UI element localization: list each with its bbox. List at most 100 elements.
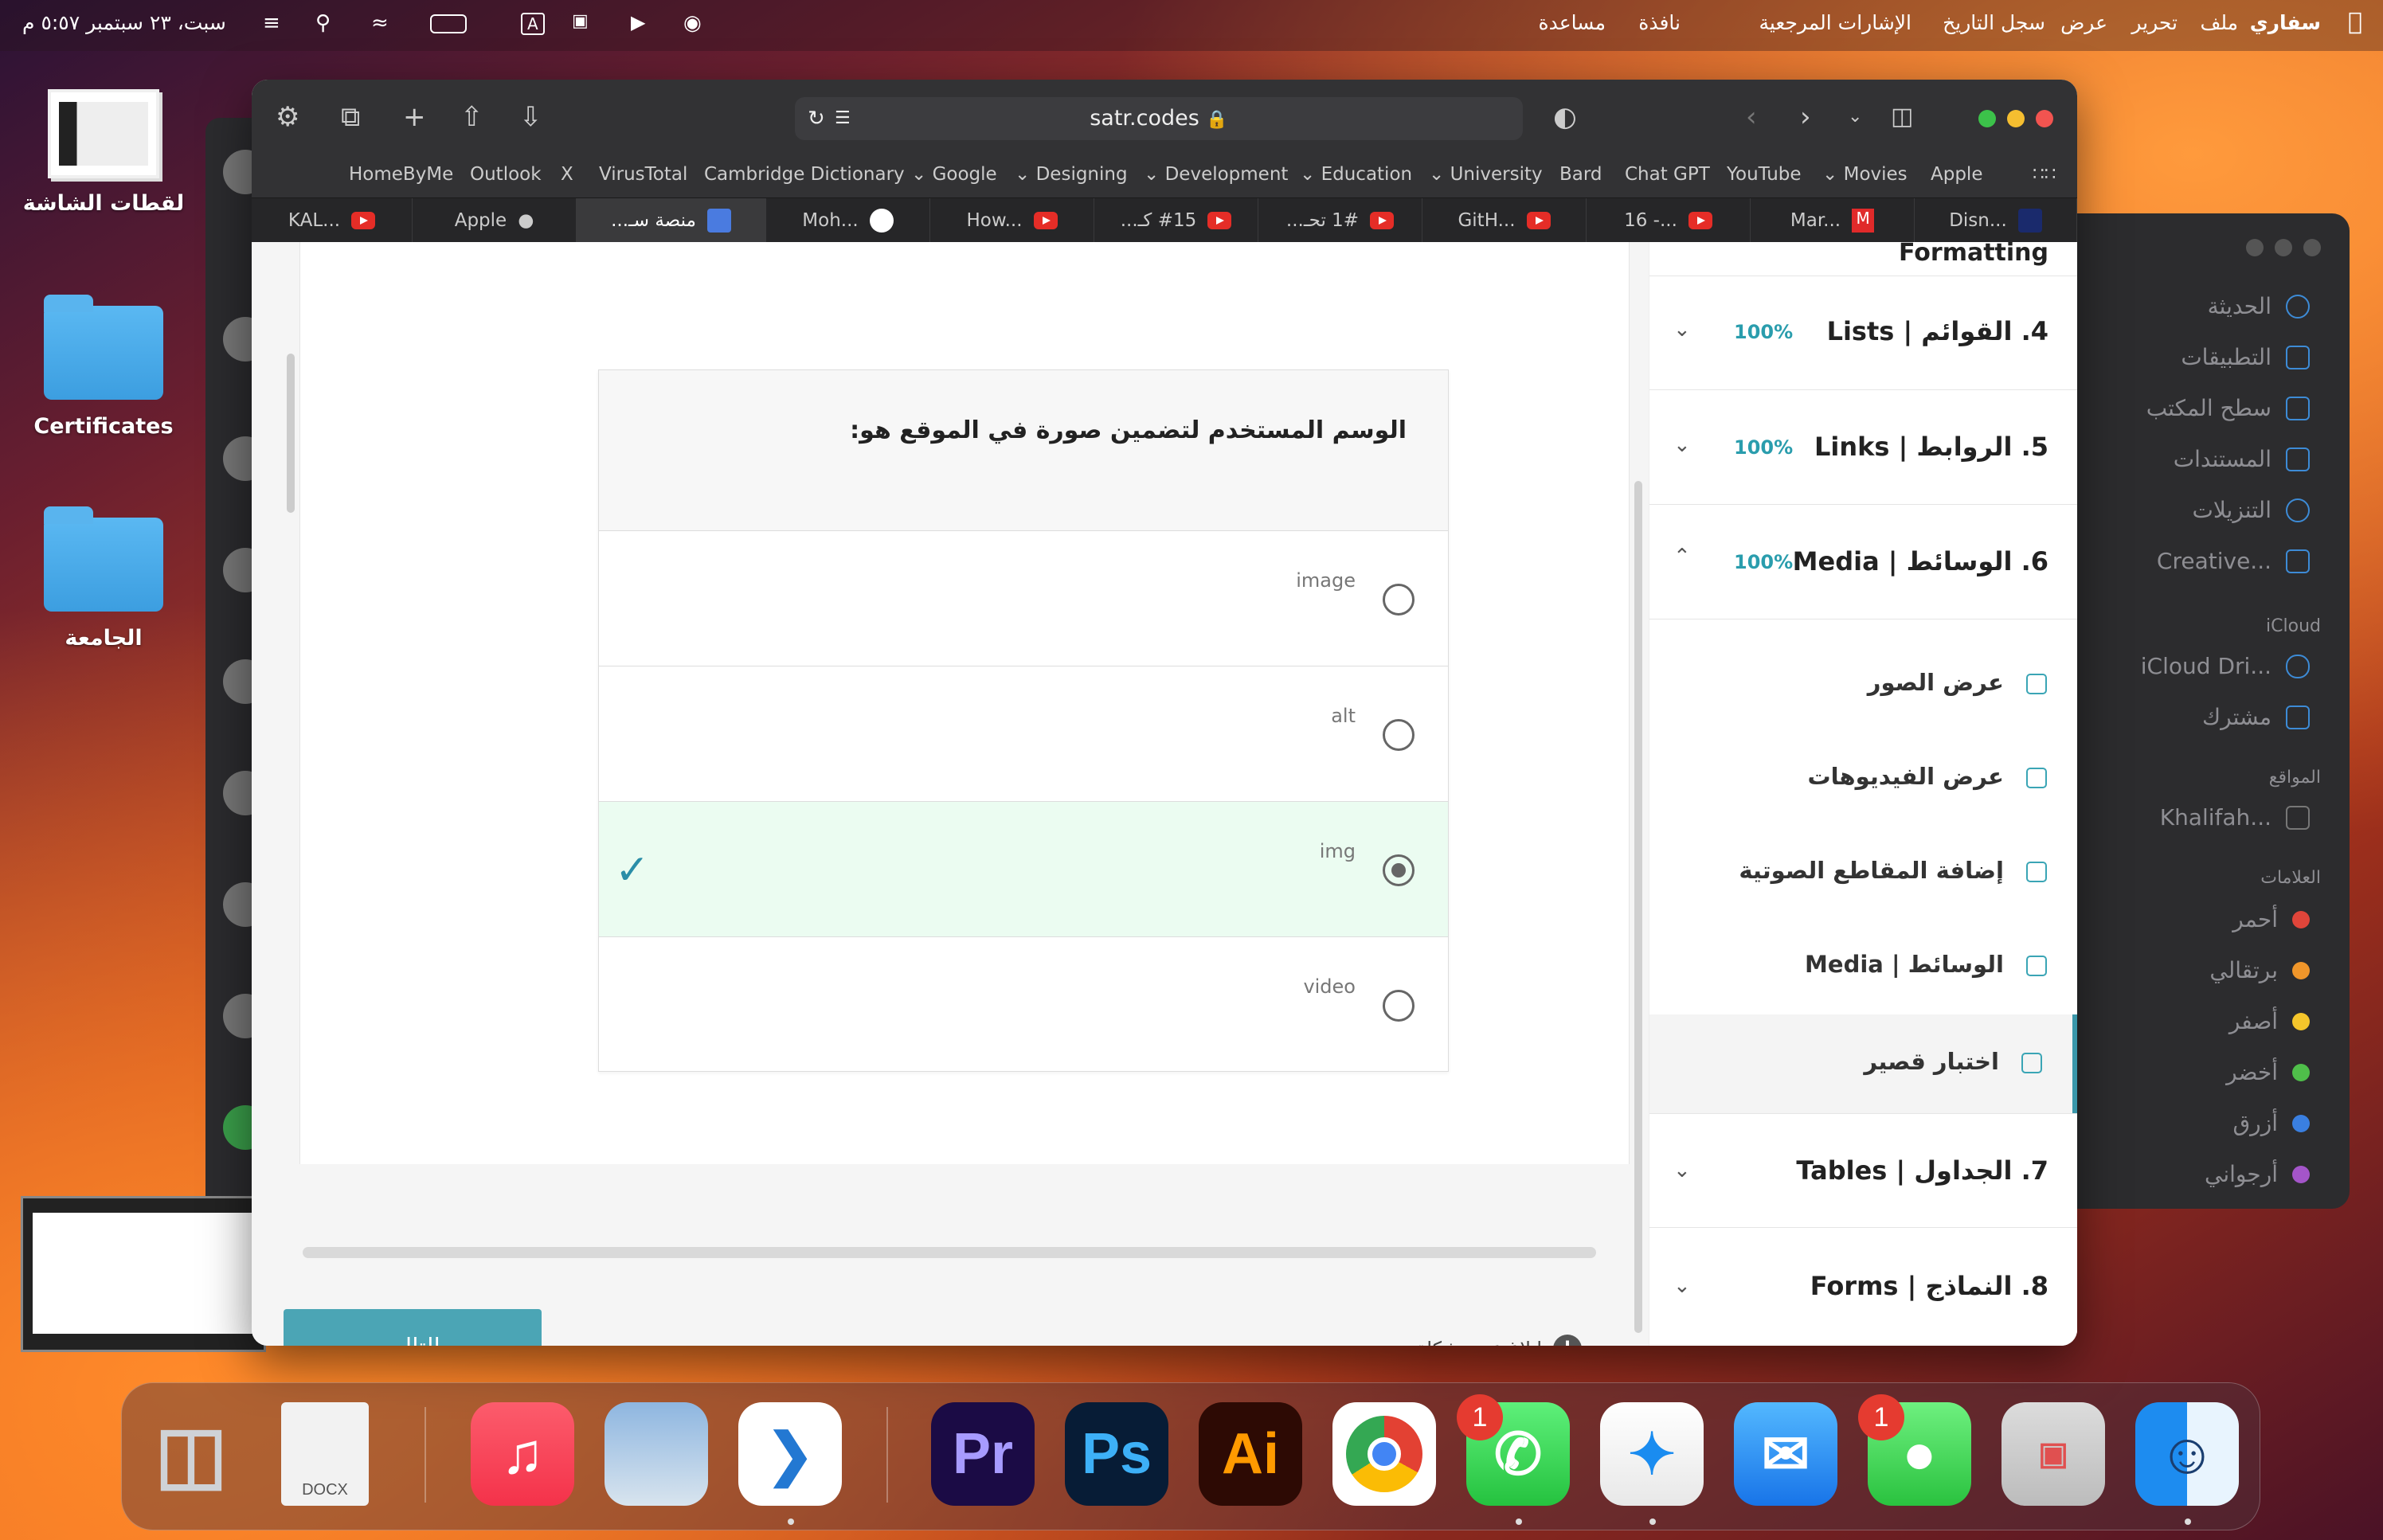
finder-tag-purple[interactable]: أرجواني: [2205, 1161, 2310, 1187]
bookmark-x[interactable]: X: [561, 164, 573, 185]
tab-15[interactable]: #15 كـ...: [1094, 198, 1258, 243]
finder-tag-orange[interactable]: برتقالي: [2209, 957, 2310, 983]
chevron-down-icon[interactable]: ⌄: [1673, 1274, 1691, 1298]
fullscreen-button[interactable]: [1978, 110, 1996, 127]
downloads-icon[interactable]: ⇩: [519, 102, 542, 132]
tab-disney[interactable]: Disn...: [1915, 198, 2077, 243]
tab-satr-active[interactable]: منصة سـ...: [577, 198, 766, 243]
premiere-app-icon[interactable]: Pr: [931, 1402, 1035, 1506]
finder-tag-red[interactable]: أحمر: [2232, 906, 2310, 932]
new-tab-plus-icon[interactable]: +: [403, 102, 426, 132]
answer-option[interactable]: alt: [599, 666, 1448, 802]
window-control-dot[interactable]: [2275, 239, 2292, 256]
creative-cloud-icon[interactable]: ◉: [683, 11, 702, 35]
bookmark-folder-google[interactable]: ⌄ Google: [911, 164, 997, 185]
radio-button-checked[interactable]: [1383, 854, 1415, 886]
screen-mirror-icon[interactable]: ▣: [572, 11, 589, 31]
share-icon[interactable]: ⇧: [460, 102, 483, 132]
tab-kal[interactable]: KAL...: [252, 198, 413, 243]
docx-file-icon[interactable]: DOCX: [281, 1402, 369, 1506]
bookmark-folder-designing[interactable]: ⌄ Designing: [1015, 164, 1128, 185]
report-problem-link[interactable]: ! ابلاغ عن مشكلة: [1416, 1335, 1582, 1346]
tab-16[interactable]: 16 -...: [1587, 198, 1751, 243]
input-source-icon[interactable]: A: [521, 13, 545, 35]
menu-bookmarks[interactable]: الإشارات المرجعية: [1759, 11, 1911, 34]
back-chevron-icon[interactable]: ‹: [1746, 102, 1757, 132]
lesson-item[interactable]: عرض الفيديوهات: [1649, 733, 2077, 828]
safari-app-icon[interactable]: ✦: [1600, 1402, 1704, 1506]
tab-apple[interactable]: Apple ●: [413, 198, 577, 243]
lesson-item-active[interactable]: اختبار قصير: [1649, 1014, 2077, 1113]
illustrator-app-icon[interactable]: Ai: [1199, 1402, 1302, 1506]
finder-item-desktop[interactable]: سطح المكتب: [2146, 395, 2310, 421]
tab-github[interactable]: GitH...: [1422, 198, 1587, 243]
bookmark-cambridge[interactable]: Cambridge Dictionary: [704, 164, 905, 185]
answer-option[interactable]: image: [599, 531, 1448, 666]
audio-icon[interactable]: ▶: [631, 11, 645, 33]
window-control-dot[interactable]: [2303, 239, 2321, 256]
radio-button[interactable]: [1383, 584, 1415, 616]
radio-button[interactable]: [1383, 990, 1415, 1022]
vscode-app-icon[interactable]: ❯: [738, 1402, 842, 1506]
answer-option-selected[interactable]: ✓ img: [599, 802, 1448, 937]
section-links[interactable]: 5. الروابط | Links 100% ⌄: [1649, 390, 2077, 505]
finder-tag-green[interactable]: أخضر: [2226, 1059, 2310, 1085]
tab-how[interactable]: How...: [930, 198, 1094, 243]
desktop-item-screenshots[interactable]: لقطات الشاشة: [16, 89, 191, 216]
bookmark-folder-education[interactable]: ⌄ Education: [1300, 164, 1412, 185]
bookmark-outlook[interactable]: Outlook: [470, 164, 542, 185]
menu-edit[interactable]: تحرير: [2131, 11, 2178, 34]
finder-item-downloads[interactable]: التنزيلات: [2192, 497, 2310, 523]
bookmark-folder-movies[interactable]: ⌄ Movies: [1822, 164, 1908, 185]
lesson-item[interactable]: عرض الصور: [1649, 639, 2077, 734]
desktop-item-certificates[interactable]: Certificates: [16, 295, 191, 439]
lesson-item[interactable]: الوسائط | Media: [1649, 920, 2077, 1016]
finder-item-documents[interactable]: المستندات: [2174, 446, 2310, 472]
wifi-icon[interactable]: ≈: [371, 11, 389, 35]
finder-item-applications[interactable]: التطبيقات: [2181, 344, 2310, 370]
trash-icon[interactable]: ◫: [139, 1402, 243, 1506]
finder-tag-blue[interactable]: أزرق: [2232, 1110, 2310, 1136]
finder-tag-yellow[interactable]: أصفر: [2229, 1008, 2310, 1034]
launchpad-app-icon[interactable]: ▣: [2001, 1402, 2105, 1506]
apple-menu-icon[interactable]: : [2348, 8, 2362, 36]
desktop-item-university[interactable]: الجامعة: [16, 506, 191, 651]
chevron-down-icon[interactable]: ⌄: [1673, 433, 1691, 457]
search-icon[interactable]: ⚲: [315, 11, 331, 35]
preview-app-icon[interactable]: [605, 1402, 708, 1506]
lesson-item[interactable]: إضافة المقاطع الصوتية: [1649, 827, 2077, 922]
bookmark-folder-development[interactable]: ⌄ Development: [1144, 164, 1288, 185]
bookmarks-grid-icon[interactable]: ∷∷: [2033, 164, 2056, 185]
bookmark-chatgpt[interactable]: Chat GPT: [1625, 164, 1710, 185]
finder-app-icon[interactable]: ☺: [2135, 1402, 2239, 1506]
reload-icon[interactable]: ↻: [808, 97, 825, 140]
menu-window[interactable]: نافذة: [1638, 11, 1681, 34]
chevron-down-icon[interactable]: ⌄: [1848, 102, 1862, 132]
battery-icon[interactable]: [430, 14, 467, 33]
close-button[interactable]: [2036, 110, 2053, 127]
bookmark-youtube[interactable]: YouTube: [1727, 164, 1802, 185]
finder-item-shared[interactable]: مشترك: [2202, 704, 2310, 730]
tab-1[interactable]: 1# تحـ...: [1258, 198, 1422, 243]
bookmark-virustotal[interactable]: VirusTotal: [599, 164, 687, 185]
photoshop-app-icon[interactable]: Ps: [1065, 1402, 1168, 1506]
control-center-icon[interactable]: ≡: [263, 11, 280, 35]
menu-file[interactable]: ملف: [2200, 11, 2238, 34]
mail-app-icon[interactable]: ✉: [1734, 1402, 1837, 1506]
left-scrollbar[interactable]: [287, 354, 295, 513]
bookmark-apple[interactable]: Apple: [1931, 164, 1982, 185]
translate-icon[interactable]: ☰: [835, 97, 851, 140]
bookmark-folder-university[interactable]: ⌄ University: [1429, 164, 1543, 185]
minimize-button[interactable]: [2007, 110, 2025, 127]
sidebar-toggle-icon[interactable]: ◫: [1891, 102, 1913, 132]
privacy-shield-icon[interactable]: ◐: [1553, 102, 1577, 132]
menu-view[interactable]: عرض: [2060, 11, 2107, 34]
app-menu[interactable]: سفاري: [2250, 11, 2321, 34]
tab-mar[interactable]: Mar... M: [1751, 198, 1915, 243]
menu-history[interactable]: سجل التاريخ: [1943, 11, 2045, 34]
finder-item-creative[interactable]: Creative...: [2157, 548, 2310, 574]
content-scrollbar[interactable]: [1634, 481, 1642, 1333]
tab-overview-icon[interactable]: ⧉: [341, 102, 360, 132]
section-tables[interactable]: 7. الجداول | Tables ⌄: [1649, 1113, 2077, 1228]
screenshot-preview-thumbnail[interactable]: [21, 1196, 266, 1352]
